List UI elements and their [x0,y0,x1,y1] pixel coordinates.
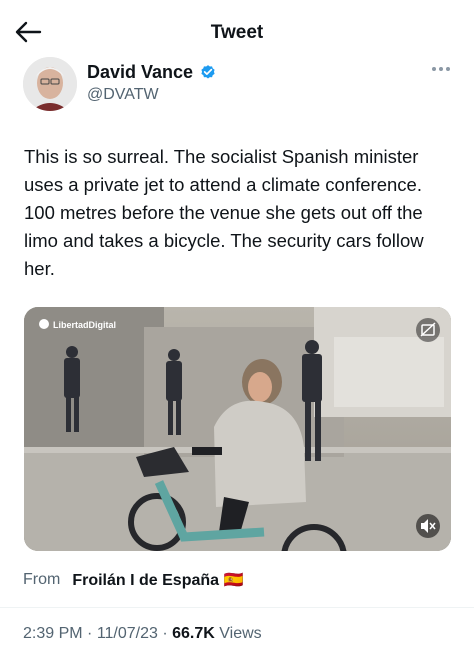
flag-icon: 🇪🇸 [223,572,244,589]
sensitive-content-icon[interactable] [416,318,440,342]
view-count: 66.7K [172,625,215,642]
more-icon[interactable] [431,64,451,74]
author-handle[interactable]: @DVATW [87,86,159,104]
source-label: From [23,571,61,588]
tweet-meta: 2:39 PM · 11/07/23 · 66.7K Views [23,625,262,643]
top-bar: Tweet [0,0,474,60]
source-link[interactable]: Froilán I de España 🇪🇸 [72,570,243,590]
meta-separator: · [82,625,97,642]
page-title: Tweet [210,22,264,43]
video-watermark: LibertadDigital [53,320,116,330]
avatar[interactable] [23,57,77,111]
source-row: From Froilán I de España 🇪🇸 [23,570,243,590]
verified-badge-icon [201,64,215,78]
source-name[interactable]: Froilán I de España [72,572,219,589]
author-name[interactable]: David Vance [87,62,193,83]
tweet-text: This is so surreal. The socialist Spanis… [24,146,424,279]
tweet-date[interactable]: 11/07/23 [97,625,158,642]
tweet-time[interactable]: 2:39 PM [23,625,83,642]
muted-volume-icon[interactable] [416,514,440,538]
author-name-row[interactable]: David Vance [87,62,217,83]
views-label: Views [214,625,262,642]
divider [0,607,474,608]
tweet-video[interactable]: LibertadDigital [24,307,451,551]
meta-separator: · [157,625,173,642]
